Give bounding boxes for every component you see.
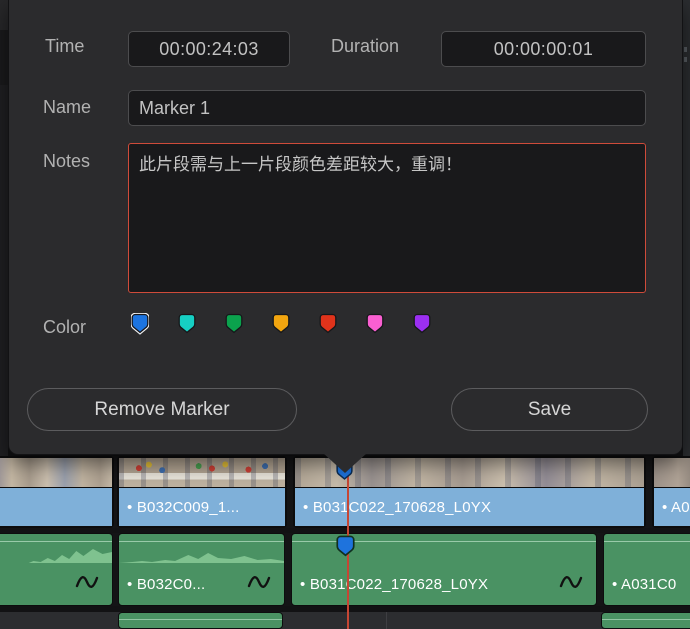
audio-clip[interactable]: [601, 612, 690, 629]
audio-curve-icon: [74, 572, 100, 597]
audio-clip[interactable]: • A031C0: [603, 533, 690, 606]
color-swatch-purple[interactable]: [413, 313, 431, 336]
clip-name-row: • A031C0: [612, 568, 676, 600]
audio-track-2: [0, 612, 690, 629]
audio-curve-icon: [558, 572, 584, 597]
color-swatch-green[interactable]: [225, 313, 243, 336]
video-clip[interactable]: [0, 456, 114, 528]
marker-name-input[interactable]: [128, 90, 646, 126]
save-button[interactable]: Save: [451, 388, 648, 431]
name-label: Name: [43, 97, 91, 118]
clip-name-row: • B032C0...: [127, 568, 205, 600]
audio-waveform: [119, 543, 284, 563]
timeline: • B032C009_1... • B031C022_170628_L0YX •…: [0, 456, 690, 629]
clip-thumbnail: [119, 458, 285, 487]
remove-marker-button[interactable]: Remove Marker: [27, 388, 297, 431]
clip-label: • B031C022_170628_L0YX: [303, 499, 491, 516]
clip-label: • A031C0: [662, 499, 690, 516]
color-label: Color: [43, 317, 86, 338]
color-swatch-red[interactable]: [319, 313, 337, 336]
clip-name-bar: • B032C009_1...: [119, 488, 285, 526]
color-swatch-pink[interactable]: [366, 313, 384, 336]
audio-clip[interactable]: [0, 533, 113, 606]
marker-color-swatches: [131, 313, 431, 336]
color-swatch-blue[interactable]: [131, 313, 149, 336]
clip-label: • A031C0: [612, 576, 676, 593]
clip-thumbnail: [654, 458, 690, 487]
marker-dialog-screen: • B032C009_1... • B031C022_170628_L0YX •…: [0, 0, 690, 629]
timeline-marker-icon[interactable]: [336, 535, 355, 559]
time-label: Time: [45, 36, 84, 57]
color-swatch-cyan[interactable]: [178, 313, 196, 336]
background-left-segment: [0, 30, 8, 85]
clip-name-bar: • A031C0: [654, 488, 690, 526]
marker-dialog: Time Duration Name Notes Color: [8, 0, 683, 455]
scrollbar-fragment: [684, 57, 687, 62]
video-clip[interactable]: • A031C0: [652, 456, 690, 528]
notes-label: Notes: [43, 151, 90, 172]
scrollbar-fragment: [684, 47, 687, 52]
audio-waveform: [0, 543, 112, 563]
audio-curve-icon: [246, 572, 272, 597]
background-left-strip: [0, 0, 8, 456]
time-input[interactable]: [128, 31, 290, 67]
clip-name-bar: [0, 488, 112, 526]
video-clip[interactable]: • B032C009_1...: [117, 456, 287, 528]
audio-clip[interactable]: [118, 612, 283, 629]
dialog-pointer-tail: [323, 453, 367, 473]
background-right-strip: [683, 0, 690, 456]
duration-label: Duration: [331, 36, 399, 57]
notes-textarea[interactable]: [128, 143, 646, 293]
color-swatch-yellow[interactable]: [272, 313, 290, 336]
edit-point-indicator: [386, 612, 387, 629]
clip-label: • B032C0...: [127, 576, 205, 593]
clip-thumbnail: [0, 458, 112, 487]
background-left-segment: [0, 0, 8, 30]
clip-name-row: • B031C022_170628_L0YX: [300, 568, 488, 600]
clip-label: • B031C022_170628_L0YX: [300, 576, 488, 593]
duration-input[interactable]: [441, 31, 646, 67]
audio-clip[interactable]: • B032C0...: [118, 533, 285, 606]
clip-label: • B032C009_1...: [127, 499, 240, 516]
